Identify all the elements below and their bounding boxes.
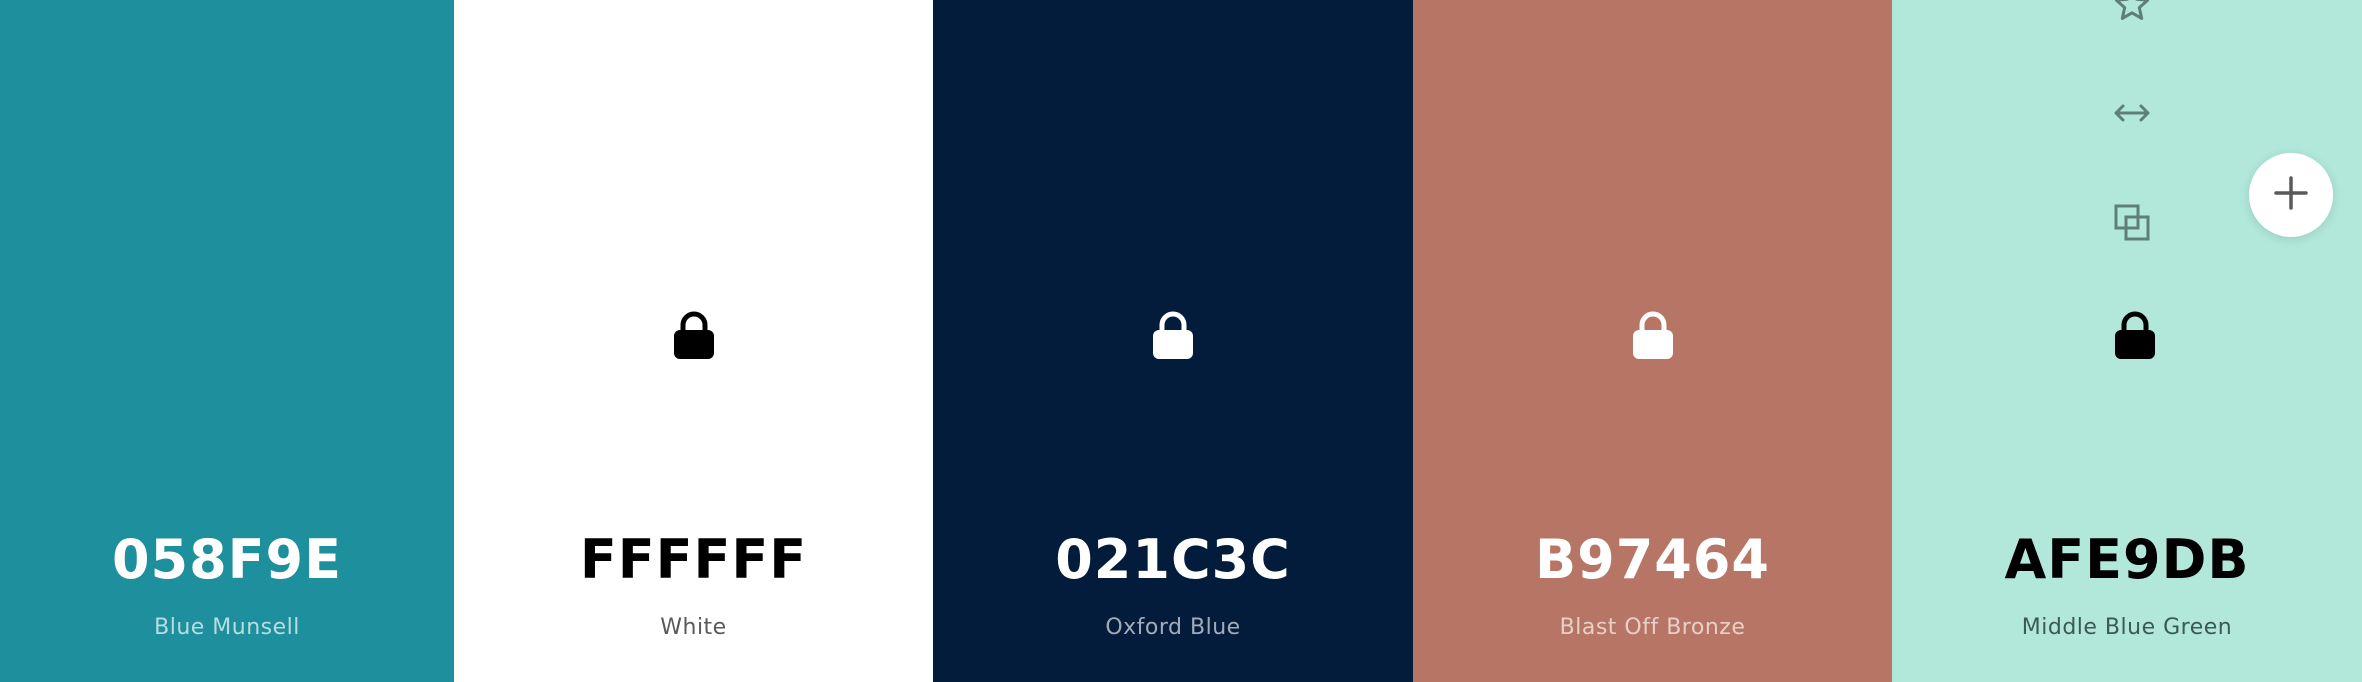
add-color-button[interactable] <box>2249 153 2333 237</box>
color-palette: 058F9E Blue Munsell FFFFFF White 021C3C … <box>0 0 2362 682</box>
swatch-blast-off-bronze[interactable]: B97464 Blast Off Bronze <box>1413 0 1892 682</box>
lock-icon[interactable] <box>1151 310 1195 360</box>
plus-icon <box>2272 174 2310 216</box>
star-icon[interactable] <box>2113 0 2151 22</box>
swatch-hex-code[interactable]: 058F9E <box>0 528 454 592</box>
swatch-blue-munsell[interactable]: 058F9E Blue Munsell <box>0 0 454 682</box>
swatch-hex-code[interactable]: B97464 <box>1413 528 1892 592</box>
copy-icon[interactable] <box>2113 203 2151 243</box>
drag-arrows-icon[interactable] <box>2112 99 2152 127</box>
swatch-hex-code[interactable]: 021C3C <box>933 528 1413 592</box>
swatch-color-name[interactable]: Blast Off Bronze <box>1413 613 1892 643</box>
lock-icon[interactable] <box>1631 310 1675 360</box>
swatch-hex-code[interactable]: AFE9DB <box>1892 528 2362 592</box>
swatch-color-name[interactable]: White <box>454 613 933 643</box>
lock-icon[interactable] <box>672 310 716 360</box>
swatch-white[interactable]: FFFFFF White <box>454 0 933 682</box>
swatch-color-name[interactable]: Blue Munsell <box>0 613 454 643</box>
swatch-oxford-blue[interactable]: 021C3C Oxford Blue <box>933 0 1413 682</box>
swatch-hex-code[interactable]: FFFFFF <box>454 528 933 592</box>
lock-icon[interactable] <box>2113 310 2157 360</box>
swatch-middle-blue-green[interactable]: AFE9DB Middle Blue Green <box>1892 0 2362 682</box>
swatch-color-name[interactable]: Oxford Blue <box>933 613 1413 643</box>
swatch-color-name[interactable]: Middle Blue Green <box>1892 613 2362 643</box>
